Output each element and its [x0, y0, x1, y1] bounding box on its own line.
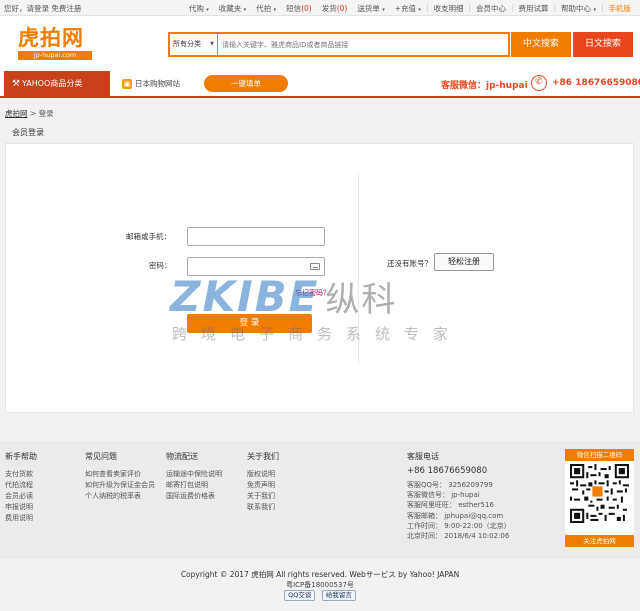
breadcrumb-current: 登录	[38, 109, 54, 118]
footer-link[interactable]: 关于我们	[247, 491, 279, 502]
footer-link[interactable]: 如何查看卖家评价	[85, 469, 155, 480]
breadcrumb-home[interactable]: 虎拍网	[5, 109, 28, 118]
qq-chat-badge[interactable]: QQ交谈	[284, 590, 316, 601]
search-input[interactable]	[222, 37, 502, 52]
greeting-text[interactable]: 您好，请登录 免费注册	[4, 3, 81, 14]
logo-text: 虎拍网	[18, 25, 84, 50]
keyboard-icon[interactable]	[310, 263, 320, 270]
category-select[interactable]: 所有分类 ▼	[170, 34, 218, 55]
wechat-service: 客服微信：jp-hupai	[441, 81, 528, 91]
top-nav-help-center[interactable]: 帮助中心 ▾	[556, 3, 601, 14]
top-nav-transactions[interactable]: 收支明细	[428, 3, 468, 14]
top-nav-member-center[interactable]: 会员中心	[471, 3, 511, 14]
divider	[358, 174, 359, 364]
hammer-icon: ⚒	[12, 79, 21, 89]
page-title: 会员登录	[12, 128, 44, 137]
footer-link[interactable]: 免责声明	[247, 480, 279, 491]
footer-service: 客服电话 +86 18676659080 客服QQ号： 3256209799 客…	[407, 452, 511, 541]
footer-link[interactable]: 版权说明	[247, 469, 279, 480]
top-nav-purchase[interactable]: 代购 ▾	[184, 3, 214, 14]
footer-col-about: 关于我们 版权说明 免责声明 关于我们 联系我们	[247, 452, 279, 513]
contact-badges: QQ交谈 给我留言	[0, 590, 640, 601]
shop-icon: ▣	[122, 79, 132, 89]
forgot-password-link[interactable]: 忘记密码？	[295, 288, 330, 298]
site-logo[interactable]: 虎拍网 jp-hupai.com	[18, 26, 96, 60]
top-nav-recharge[interactable]: +充值 ▾	[390, 3, 426, 14]
top-bar: 您好，请登录 免费注册 代购 ▾ 收藏夹 ▾ 代拍 ▾ 短信(0) 发货(0) …	[0, 0, 640, 16]
footer-link[interactable]: 运输途中保险说明	[166, 469, 222, 480]
register-button[interactable]: 轻松注册	[434, 253, 494, 271]
breadcrumb: 虎拍网 > 登录	[5, 109, 54, 118]
main-nav: ⚒ YAHOO商品分类 ▣ 日本购物网站 一键填单 客服微信：jp-hupai ✆ …	[0, 70, 640, 98]
top-nav-fee-calculator[interactable]: 费用试算	[514, 3, 554, 14]
copyright: Copyright © 2017 虎拍网 All rights reserved…	[180, 570, 460, 579]
footer-link[interactable]: 会员必读	[5, 491, 37, 502]
footer-link[interactable]: 代拍流程	[5, 480, 37, 491]
footer-col-faq: 常见问题 如何查看卖家评价 如何升级为保证金会员 个人纳税的税率表	[85, 452, 155, 502]
footer-col-logistics: 物流配送 运输途中保险说明 邮寄打包说明 国际运费价格表	[166, 452, 222, 502]
chevron-down-icon: ▼	[210, 41, 214, 47]
icp-number[interactable]: 粤ICP备18000537号	[0, 580, 640, 590]
jp-shopping-link[interactable]: ▣ 日本购物网站	[122, 78, 180, 89]
top-nav: 代购 ▾ 收藏夹 ▾ 代拍 ▾ 短信(0) 发货(0) 送货单 ▾ +充值 ▾ …	[184, 3, 636, 14]
leave-message-badge[interactable]: 给我留言	[321, 590, 356, 601]
top-nav-delivery-order[interactable]: 送货单 ▾	[352, 3, 389, 14]
footer-link[interactable]: 国际运费价格表	[166, 491, 222, 502]
phone-icon: ✆	[531, 75, 547, 91]
email-label: 邮箱或手机：	[126, 232, 171, 241]
top-nav-shipping[interactable]: 发货(0)	[317, 3, 353, 14]
yahoo-category-tab[interactable]: ⚒ YAHOO商品分类	[4, 71, 110, 97]
top-nav-favorites[interactable]: 收藏夹 ▾	[214, 3, 251, 14]
chinese-search-button[interactable]: 中文搜索	[511, 32, 571, 57]
search-box: 所有分类 ▼	[168, 32, 510, 57]
beijing-time: 北京时间： 2018/6/4 10:02:06	[407, 532, 510, 541]
quick-order-button[interactable]: 一键填单	[204, 75, 288, 92]
top-nav-auction[interactable]: 代拍 ▾	[251, 3, 281, 14]
password-field[interactable]	[187, 257, 325, 276]
footer-link[interactable]: 申报说明	[5, 502, 37, 513]
password-label: 密码：	[149, 261, 172, 270]
footer-link[interactable]: 邮寄打包说明	[166, 480, 222, 491]
top-nav-messages[interactable]: 短信(0)	[281, 3, 317, 14]
top-nav-mobile[interactable]: 手机版	[604, 3, 637, 14]
qr-code-icon	[570, 464, 629, 523]
email-field[interactable]	[187, 227, 325, 246]
footer-col-help: 新手帮助 支付货款 代拍流程 会员必读 申报说明 费用说明	[5, 452, 37, 524]
footer-link[interactable]: 联系我们	[247, 502, 279, 513]
login-panel: 邮箱或手机： 密码： 忘记密码？ 登 录 还没有账号？ 轻松注册	[5, 143, 634, 413]
logo-domain: jp-hupai.com	[18, 51, 92, 60]
service-tel: +86 18676659080	[407, 466, 488, 476]
wechat-qr: 微信扫描二维码 关注虎拍网	[565, 449, 634, 547]
no-account-text: 还没有账号？	[387, 259, 432, 268]
footer-link[interactable]: 支付货款	[5, 469, 37, 480]
footer-link[interactable]: 费用说明	[5, 513, 37, 524]
header: 虎拍网 jp-hupai.com 所有分类▼ 中文搜索 日文搜索	[0, 16, 640, 70]
service-phone: +86 18676659080	[552, 78, 640, 88]
footer-link[interactable]: 个人纳税的税率表	[85, 491, 155, 502]
footer-link[interactable]: 如何升级为保证金会员	[85, 480, 155, 491]
japanese-search-button[interactable]: 日文搜索	[573, 32, 633, 57]
login-button[interactable]: 登 录	[187, 314, 312, 333]
footer: 新手帮助 支付货款 代拍流程 会员必读 申报说明 费用说明 常见问题 如何查看卖…	[0, 441, 640, 559]
